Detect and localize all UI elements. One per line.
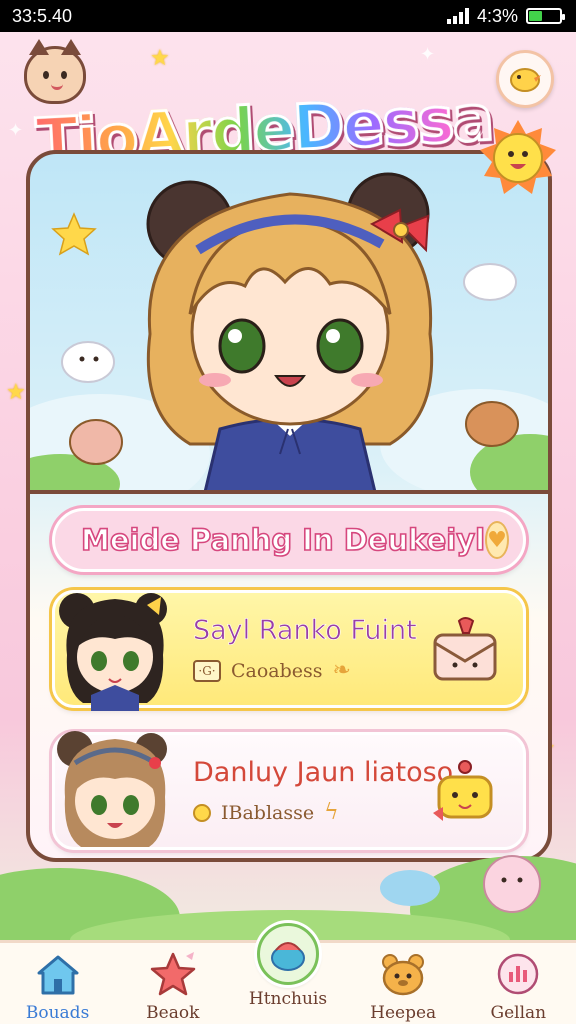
- nav-label: Bouads: [25, 1003, 90, 1023]
- card-texts: Sayl Ranko Fuint ·G· Caoabess ❧: [193, 615, 417, 683]
- nav-item-gallery[interactable]: Gellan: [463, 949, 573, 1023]
- panel-divider: [30, 490, 548, 494]
- bird-icon: [510, 68, 541, 92]
- nav-item-friends[interactable]: Heepea: [348, 949, 458, 1023]
- gallery-icon: [490, 949, 546, 999]
- nav-item-center[interactable]: Htnchuis: [233, 923, 343, 1009]
- banner-text: Meide Panhg In Deukeiyl: [80, 522, 486, 558]
- nav-label: Beaok: [146, 1003, 200, 1023]
- avatar: [57, 731, 167, 847]
- nav-label: Htnchuis: [248, 989, 328, 1009]
- rocket-mascot-icon[interactable]: [429, 757, 501, 829]
- center-mascot-icon: [256, 923, 319, 985]
- battery-icon: [526, 8, 565, 24]
- hero-character-illustration: [30, 172, 548, 492]
- card-texts: Danluy Jaun liatoso IBablasse ϟ: [193, 757, 453, 825]
- leaf-icon: ❧: [332, 658, 351, 683]
- star-icon: [145, 949, 201, 999]
- heart-icon[interactable]: ♥: [485, 521, 509, 559]
- nav-label: Heepea: [370, 1003, 437, 1023]
- avatar: [59, 593, 167, 711]
- nav-label: Gellan: [490, 1003, 547, 1023]
- star-decoration-icon: ★: [6, 380, 26, 405]
- bottom-navigation: Bouads Beaok Htnchuis Heepea Gellan: [0, 923, 576, 1024]
- card-meta-text: Caoabess: [231, 659, 323, 682]
- status-time: 33:5.40: [12, 5, 73, 26]
- card-meta: ·G· Caoabess ❧: [193, 658, 417, 683]
- nav-item-book[interactable]: Beaok: [118, 949, 228, 1023]
- nav-item-home[interactable]: Bouads: [3, 949, 113, 1023]
- status-bar: 33:5.40 4:3%: [0, 0, 576, 32]
- battery-fill: [529, 11, 542, 21]
- lightning-icon: ϟ: [324, 800, 339, 825]
- list-item[interactable]: Sayl Ranko Fuint ·G· Caoabess ❧: [52, 590, 526, 711]
- ticket-icon: ·G·: [193, 659, 221, 682]
- envelope-mascot-icon[interactable]: [429, 615, 501, 687]
- house-icon: [30, 949, 86, 999]
- bear-icon: [375, 949, 431, 999]
- coin-icon: [193, 803, 211, 822]
- headline-banner[interactable]: Meide Panhg In Deukeiyl ♥: [52, 508, 526, 572]
- status-indicators: 4:3%: [446, 5, 565, 27]
- bird-menu-button[interactable]: [496, 50, 554, 108]
- star-decoration-icon: ★: [150, 46, 170, 71]
- signal-icon: [446, 8, 469, 24]
- card-meta-text: IBablasse: [221, 801, 315, 824]
- sparkle-icon: ✦: [8, 120, 24, 141]
- card-meta: IBablasse ϟ: [193, 800, 453, 825]
- card-title: Danluy Jaun liatoso: [193, 757, 454, 788]
- sparkle-icon: ✦: [420, 44, 436, 65]
- list-item[interactable]: Danluy Jaun liatoso IBablasse ϟ: [52, 731, 526, 850]
- card-title: Sayl Ranko Fuint: [193, 615, 417, 647]
- battery-percent: 4:3%: [476, 5, 518, 26]
- sun-mascot-icon: [480, 120, 556, 194]
